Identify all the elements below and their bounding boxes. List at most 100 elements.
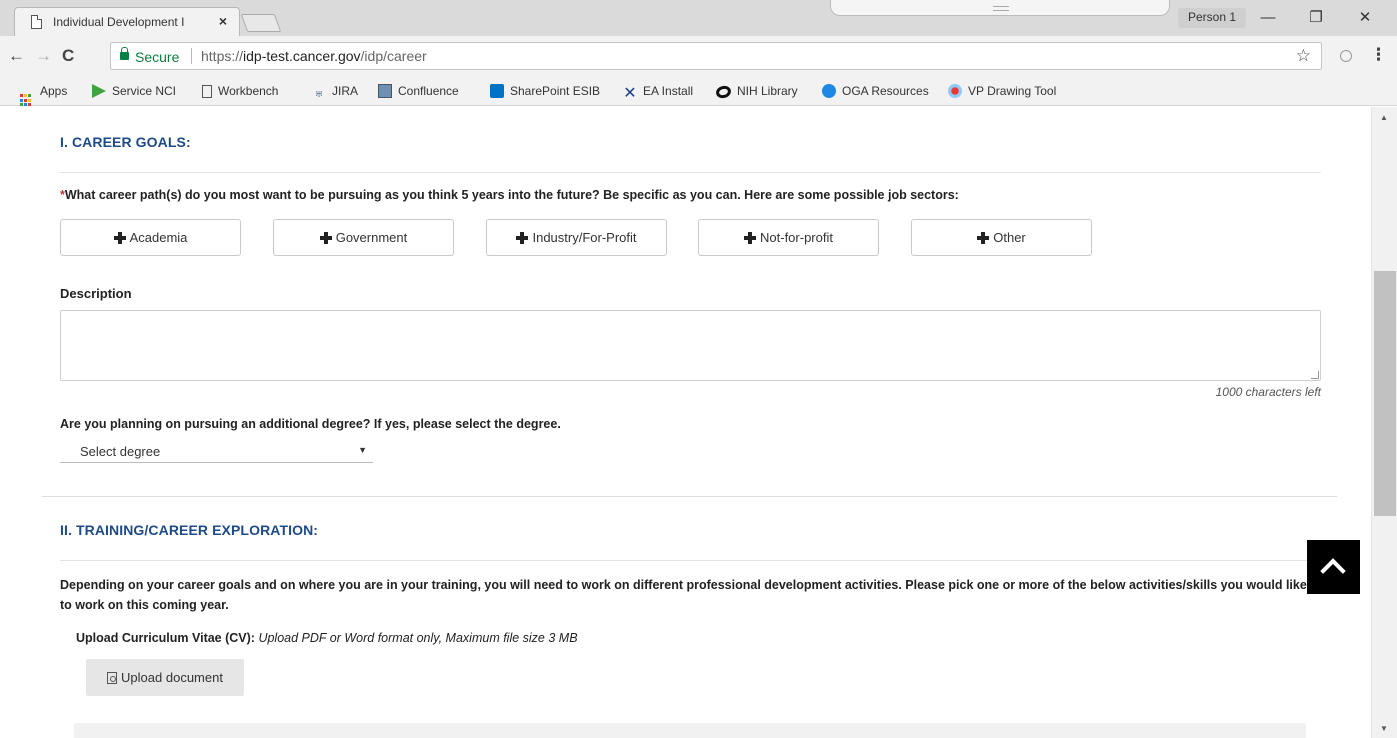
oga-resources-icon [822, 84, 836, 98]
page-viewport: I. CAREER GOALS: *What career path(s) do… [0, 107, 1371, 738]
bookmarks-bar: Apps Service NCI Workbench ♅ JIRA Conflue… [0, 76, 1397, 107]
page-icon [31, 15, 42, 29]
sector-button-academia[interactable]: Academia [60, 219, 241, 256]
pdf-icon [107, 671, 118, 684]
degree-question: Are you planning on pursuing an addition… [60, 417, 561, 431]
description-label: Description [60, 286, 132, 301]
bookmark-label: EA Install [643, 84, 694, 98]
divider [60, 560, 1321, 561]
divider [60, 172, 1321, 173]
sector-button-government[interactable]: Government [273, 219, 454, 256]
service-nci-icon [92, 84, 106, 98]
ea-install-icon: ✕ [623, 85, 637, 102]
sector-label: Government [335, 230, 408, 245]
page-scrollbar[interactable]: ▲ ▼ [1371, 107, 1397, 738]
upload-button-label: Upload document [121, 670, 223, 685]
bookmark-nih-library[interactable]: NIH Library [714, 82, 798, 100]
description-textarea[interactable] [60, 310, 1321, 381]
bookmark-label: OGA Resources [842, 84, 929, 98]
browser-toolbar: ← → C Secure https://idp-test.cancer.gov… [0, 36, 1397, 76]
upload-document-button[interactable]: Upload document [86, 659, 244, 696]
sector-label: Not-for-profit [760, 230, 833, 245]
sharepoint-icon [490, 84, 504, 98]
characters-left-counter: 1000 characters left [1215, 385, 1321, 399]
extension-icon[interactable] [1340, 50, 1352, 62]
training-instructions: Depending on your career goals and on wh… [60, 578, 1307, 612]
url-path: /idp/career [360, 48, 427, 64]
resize-grip-icon[interactable] [1311, 371, 1319, 379]
bookmark-label: Apps [40, 84, 68, 98]
section-title-training: II. TRAINING/CAREER EXPLORATION: [60, 522, 319, 538]
plus-icon [113, 231, 126, 244]
tab-strip: Individual Development I × Person 1 — ❐ … [0, 0, 1397, 36]
back-button[interactable]: ← [8, 46, 25, 66]
bookmark-apps[interactable]: Apps [20, 82, 68, 107]
bookmark-jira[interactable]: ♅ JIRA [312, 82, 358, 100]
dropdown-caret-icon: ▼ [358, 445, 367, 455]
vp-drawing-icon [948, 84, 962, 98]
bookmark-ea-install[interactable]: ✕ EA Install [623, 82, 694, 102]
restore-button[interactable]: ❐ [1306, 10, 1326, 26]
bookmark-oga-resources[interactable]: OGA Resources [822, 82, 929, 100]
tab-title: Individual Development I [53, 15, 185, 29]
window-drag-handle[interactable] [830, 0, 1170, 16]
bookmark-label: SharePoint ESIB [510, 84, 601, 98]
minimize-button[interactable]: — [1258, 10, 1278, 26]
sector-button-industry[interactable]: Industry/For-Profit [486, 219, 667, 256]
sector-button-not-for-profit[interactable]: Not-for-profit [698, 219, 879, 256]
confluence-icon [378, 84, 392, 98]
tab-close-icon[interactable]: × [219, 13, 227, 29]
address-separator [191, 48, 192, 64]
page-icon [202, 85, 212, 98]
bookmark-label: JIRA [332, 84, 359, 98]
sector-label: Other [993, 230, 1026, 245]
sector-label: Industry/For-Profit [532, 230, 637, 245]
bookmark-service-nci[interactable]: Service NCI [92, 82, 176, 100]
plus-icon [744, 231, 757, 244]
bookmark-label: Confluence [398, 84, 459, 98]
cv-upload-hint: Upload PDF or Word format only, Maximum … [258, 631, 578, 645]
lock-icon [120, 47, 129, 60]
profile-button[interactable]: Person 1 [1178, 8, 1247, 28]
bookmark-label: VP Drawing Tool [968, 84, 1057, 98]
scroll-up-arrow-icon[interactable]: ▲ [1380, 113, 1388, 122]
section-title-career-goals: I. CAREER GOALS: [60, 134, 191, 150]
bookmark-label: Service NCI [112, 84, 177, 98]
bookmark-confluence[interactable]: Confluence [378, 82, 459, 100]
apps-grid-icon [20, 93, 34, 107]
forward-button[interactable]: → [35, 46, 52, 66]
career-path-question: *What career path(s) do you most want to… [60, 188, 959, 202]
new-tab-button[interactable] [240, 14, 282, 32]
url-host: idp-test.cancer.gov [243, 48, 361, 64]
chevron-up-icon [1320, 558, 1346, 584]
scrollbar-thumb[interactable] [1374, 271, 1396, 516]
career-path-question-text: What career path(s) do you most want to … [64, 188, 959, 202]
reload-button[interactable]: C [62, 46, 74, 66]
cv-upload-label: Upload Curriculum Vitae (CV): [76, 631, 255, 645]
close-window-button[interactable]: ✕ [1355, 10, 1375, 26]
nih-library-icon [714, 84, 733, 100]
url-scheme: https:// [201, 48, 244, 64]
url-text[interactable]: https://idp-test.cancer.gov/idp/career [201, 48, 427, 64]
bookmark-star-icon[interactable]: ☆ [1296, 46, 1311, 66]
sector-label: Academia [129, 230, 188, 245]
plus-icon [516, 231, 529, 244]
scroll-down-arrow-icon[interactable]: ▼ [1380, 724, 1388, 733]
jira-icon: ♅ [313, 85, 325, 101]
address-bar[interactable]: Secure https://idp-test.cancer.gov/idp/c… [110, 42, 1322, 70]
activities-panel [74, 723, 1306, 738]
bookmark-label: NIH Library [737, 84, 798, 98]
bookmark-workbench[interactable]: Workbench [202, 82, 278, 100]
bookmark-vp-drawing-tool[interactable]: VP Drawing Tool [948, 82, 1056, 100]
sector-button-other[interactable]: Other [911, 219, 1092, 256]
degree-select[interactable]: Select degree ▼ [60, 442, 373, 463]
degree-select-value: Select degree [80, 444, 161, 459]
section-divider [42, 496, 1337, 497]
bookmark-sharepoint[interactable]: SharePoint ESIB [490, 82, 600, 100]
browser-tab[interactable]: Individual Development I × [14, 7, 240, 36]
plus-icon [319, 231, 332, 244]
secure-label: Secure [135, 49, 180, 65]
bookmark-label: Workbench [218, 84, 279, 98]
browser-menu-icon[interactable]: ⋮ [1370, 45, 1387, 65]
back-to-top-button[interactable] [1307, 540, 1360, 594]
